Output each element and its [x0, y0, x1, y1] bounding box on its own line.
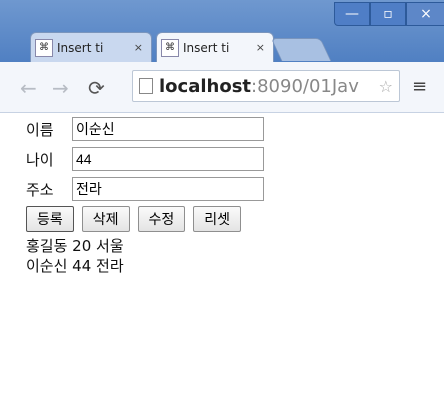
reset-button[interactable]: 리셋: [193, 206, 242, 232]
address-input[interactable]: [72, 177, 264, 201]
title-bar: ⌘ Insert ti × ⌘ Insert ti × — ▫ ×: [0, 0, 444, 64]
browser-toolbar: ← → ⟳ localhost :8090/01Jav ☆ ≡: [0, 62, 444, 113]
address-bar[interactable]: localhost :8090/01Jav ☆: [132, 70, 400, 102]
name-row: 이름: [26, 116, 436, 142]
page-icon: ⌘: [161, 38, 179, 57]
menu-icon[interactable]: ≡: [412, 76, 427, 97]
age-input[interactable]: [72, 147, 264, 171]
name-input[interactable]: [72, 117, 264, 141]
tab-2[interactable]: ⌘ Insert ti ×: [156, 32, 274, 62]
page-icon: ⌘: [35, 38, 53, 57]
tab-1-close-icon[interactable]: ×: [134, 41, 143, 54]
edit-button[interactable]: 수정: [137, 206, 186, 232]
url-path: :8090/01Jav: [251, 75, 359, 97]
reload-icon[interactable]: ⟳: [88, 76, 105, 100]
bookmark-star-icon[interactable]: ☆: [379, 77, 393, 96]
address-row: 주소: [26, 176, 436, 202]
output-line: 홍길동 20 서울: [26, 237, 124, 255]
tab-1-title: Insert ti: [57, 40, 104, 55]
register-button[interactable]: 등록: [26, 206, 74, 232]
address-label: 주소: [26, 180, 54, 199]
age-row: 나이: [26, 146, 436, 172]
close-window-icon[interactable]: ×: [406, 2, 444, 26]
form-buttons: 등록 삭제 수정 리셋: [26, 206, 436, 232]
age-label: 나이: [26, 150, 54, 169]
back-arrow-icon[interactable]: ←: [20, 76, 37, 100]
output-list: 홍길동 20 서울 이순신 44 전라: [26, 236, 436, 276]
minimize-icon[interactable]: —: [334, 2, 370, 26]
tab-1[interactable]: ⌘ Insert ti ×: [30, 32, 152, 62]
page-content: 이름 나이 주소 등록 삭제 수정 리셋 홍길동 20 서울 이순신 44 전라: [26, 116, 436, 406]
url-host: localhost: [159, 75, 252, 97]
page-icon: [139, 78, 153, 94]
tab-2-close-icon[interactable]: ×: [256, 41, 265, 54]
browser-window: ⌘ Insert ti × ⌘ Insert ti × — ▫ × ← → ⟳ …: [0, 0, 444, 412]
tab-2-title: Insert ti: [183, 40, 230, 55]
name-label: 이름: [26, 120, 54, 139]
output-line: 이순신 44 전라: [26, 257, 124, 275]
new-tab-button[interactable]: [270, 38, 332, 61]
delete-button[interactable]: 삭제: [81, 206, 130, 232]
maximize-icon[interactable]: ▫: [370, 2, 406, 26]
forward-arrow-icon[interactable]: →: [52, 76, 69, 100]
